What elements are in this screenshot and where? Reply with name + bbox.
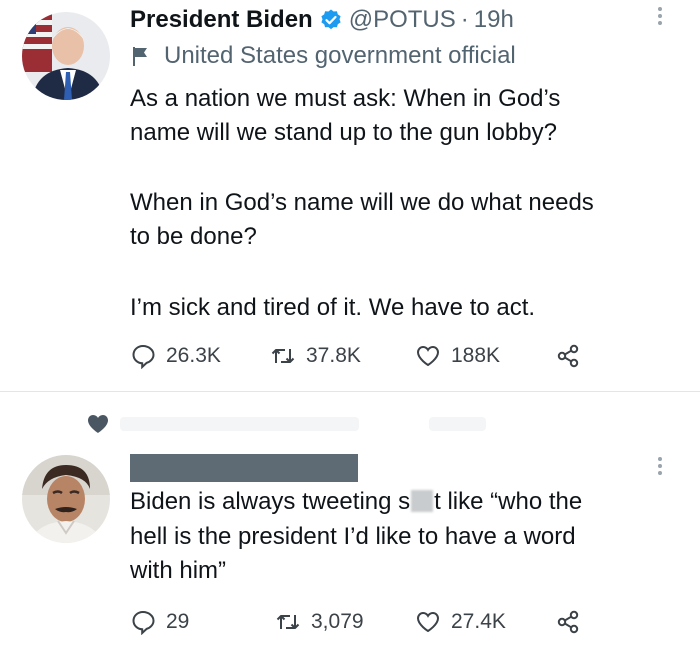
censor-blur bbox=[411, 490, 434, 512]
tweet-text-line: with him” bbox=[130, 557, 227, 584]
like-icon bbox=[416, 611, 440, 633]
retweet-button[interactable]: 37.8K bbox=[270, 340, 361, 372]
avatar-potus[interactable] bbox=[22, 12, 110, 100]
like-button[interactable]: 188K bbox=[415, 340, 500, 372]
tweet-text-line: As a nation we must ask: When in God’s bbox=[130, 85, 561, 112]
tweet-reply[interactable]: Biden is always tweeting s t like “who th… bbox=[0, 392, 700, 651]
reply-icon bbox=[132, 344, 155, 369]
reply-count: 26.3K bbox=[166, 344, 221, 367]
action-bar: 29 3,079 27.4K bbox=[130, 606, 590, 638]
share-icon bbox=[557, 344, 579, 368]
share-icon bbox=[557, 610, 579, 634]
separator-dot: · bbox=[460, 6, 469, 33]
tweet-text-line: Biden is always tweeting s t like “who th… bbox=[130, 485, 582, 519]
tweet-header: President Biden @POTUS · 19h bbox=[130, 5, 514, 35]
like-count: 27.4K bbox=[451, 610, 506, 633]
retweet-icon bbox=[271, 349, 295, 363]
tweet-text-line: I’m sick and tired of it. We have to act… bbox=[130, 294, 536, 321]
tweet-timestamp[interactable]: 19h bbox=[474, 6, 514, 34]
author-name[interactable]: President Biden bbox=[130, 6, 313, 34]
like-button[interactable]: 27.4K bbox=[415, 606, 506, 638]
tweet-text-segment: t like “who the bbox=[434, 488, 583, 515]
retweet-button[interactable]: 3,079 bbox=[275, 606, 364, 638]
tweet-text-segment: Biden is always tweeting s bbox=[130, 488, 411, 515]
more-icon[interactable] bbox=[654, 454, 666, 484]
government-label[interactable]: United States government official bbox=[130, 41, 516, 71]
avatar-reply-author[interactable] bbox=[22, 455, 110, 543]
share-button[interactable] bbox=[555, 340, 581, 372]
tweet-potus[interactable]: President Biden @POTUS · 19h United Stat… bbox=[0, 0, 700, 392]
retweet-count: 3,079 bbox=[311, 610, 364, 633]
retweet-count: 37.8K bbox=[306, 344, 361, 367]
verified-badge-icon bbox=[319, 8, 343, 32]
tweet-text-line: hell is the president I’d like to have a… bbox=[130, 523, 576, 550]
reply-count: 29 bbox=[166, 610, 190, 633]
tweet-text-line: name will we stand up to the gun lobby? bbox=[130, 119, 557, 146]
like-count: 188K bbox=[451, 344, 501, 367]
action-bar: 26.3K 37.8K 188K bbox=[130, 340, 590, 372]
reply-button[interactable]: 29 bbox=[130, 606, 189, 638]
social-context-row bbox=[86, 412, 486, 436]
flag-icon bbox=[130, 45, 152, 67]
like-icon bbox=[416, 345, 440, 367]
label-text: United States government official bbox=[164, 42, 516, 69]
tweet-text-line: to be done? bbox=[130, 223, 257, 250]
reply-icon bbox=[132, 610, 155, 635]
faded-context-text bbox=[120, 417, 359, 431]
faded-context-text bbox=[428, 417, 486, 431]
heart-icon bbox=[86, 412, 110, 436]
author-handle[interactable]: @POTUS bbox=[349, 6, 456, 34]
share-button[interactable] bbox=[555, 606, 581, 638]
reply-button[interactable]: 26.3K bbox=[130, 340, 221, 372]
more-icon[interactable] bbox=[654, 4, 666, 34]
tweet-text-line: When in God’s name will we do what needs bbox=[130, 189, 594, 216]
redacted-username bbox=[130, 454, 358, 482]
retweet-icon bbox=[276, 615, 300, 629]
